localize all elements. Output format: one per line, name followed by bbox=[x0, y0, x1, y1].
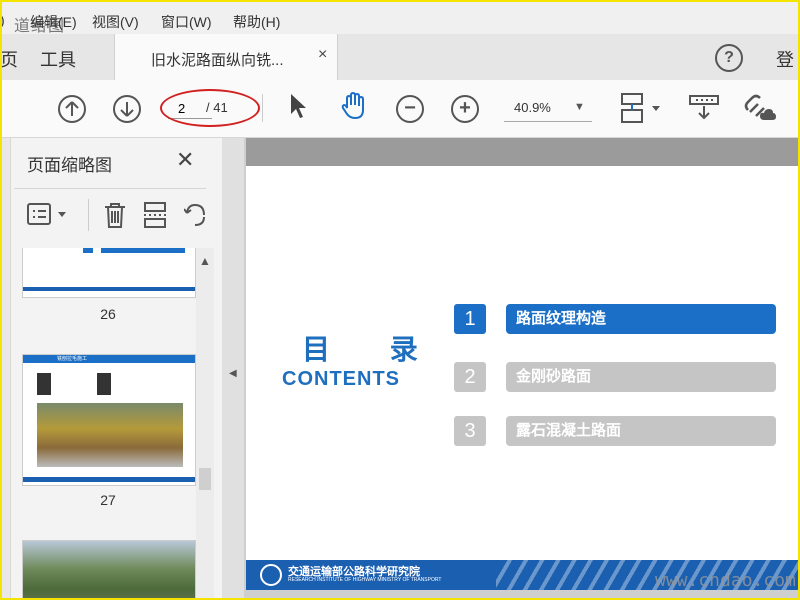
thumbnail-footer bbox=[23, 477, 195, 482]
next-page-button[interactable] bbox=[113, 95, 141, 123]
toc-item: 金刚砂路面 bbox=[506, 362, 776, 392]
menu-bar: 道给图 ) 编辑(E) 视图(V) 窗口(W) 帮助(H) bbox=[0, 0, 800, 35]
rotate-icon[interactable] bbox=[184, 201, 206, 229]
main-toolbar: / 41 − + 40.9% ▼ bbox=[0, 80, 800, 138]
arrow-up-icon bbox=[65, 101, 79, 116]
toolbar-divider bbox=[262, 94, 263, 122]
extract-pages-icon[interactable] bbox=[142, 201, 170, 229]
zoom-in-button[interactable]: + bbox=[451, 95, 479, 123]
collapse-arrow-icon[interactable]: ◀ bbox=[229, 368, 237, 379]
document-page: 目 录 CONTENTS 1 路面纹理构造 2 金刚砂路面 3 露石混凝土路面 … bbox=[246, 138, 800, 590]
chevron-down-icon: ▼ bbox=[574, 101, 585, 113]
sign-in-button[interactable]: 登 bbox=[776, 46, 794, 72]
thumbnail-figure bbox=[37, 373, 51, 395]
plus-icon: + bbox=[459, 97, 471, 119]
trash-icon[interactable] bbox=[102, 201, 128, 229]
thumbnail-photo bbox=[23, 541, 195, 600]
thumbnail-footer bbox=[23, 287, 195, 291]
thumbnail-list: 26 铣刨拉毛施工 27 bbox=[14, 248, 214, 600]
panel-title: 页面缩略图 bbox=[27, 156, 112, 175]
toc-subtitle: CONTENTS bbox=[282, 368, 400, 390]
thumbnail-heading: 铣刨拉毛施工 bbox=[57, 356, 88, 362]
tab-home-partial[interactable]: 页 bbox=[0, 46, 18, 72]
tab-tools[interactable]: 工具 bbox=[40, 46, 76, 72]
menu-help[interactable]: 帮助(H) bbox=[233, 12, 280, 32]
toc-item: 露石混凝土路面 bbox=[506, 416, 776, 446]
close-icon[interactable]: ✕ bbox=[176, 147, 194, 173]
previous-page-button[interactable] bbox=[58, 95, 86, 123]
thumbnail-page[interactable]: 铣刨拉毛施工 bbox=[22, 354, 196, 486]
tab-bar: 页 工具 旧水泥路面纵向铣... × ? 登 bbox=[0, 34, 800, 81]
menu-edit[interactable]: 编辑(E) bbox=[30, 12, 77, 32]
menu-view[interactable]: 视图(V) bbox=[92, 12, 139, 32]
scroll-mode-icon[interactable] bbox=[688, 94, 720, 122]
toc-number: 1 bbox=[454, 304, 486, 334]
zoom-value: 40.9% bbox=[514, 100, 551, 115]
zoom-dropdown[interactable]: 40.9% ▼ bbox=[504, 95, 592, 122]
chevron-up-icon[interactable]: ▲ bbox=[199, 254, 211, 268]
thumbnail-photo bbox=[37, 403, 183, 467]
fit-page-icon[interactable] bbox=[620, 92, 664, 124]
thumbnail-header bbox=[23, 355, 195, 363]
thumbnail-scrollbar[interactable]: ▲ bbox=[196, 248, 214, 600]
thumbnail-options-icon[interactable] bbox=[26, 201, 70, 227]
menu-item-partial[interactable]: ) bbox=[0, 12, 5, 28]
minus-icon: − bbox=[404, 97, 416, 119]
panel-edge-strip bbox=[0, 138, 11, 600]
thumbnail-page[interactable] bbox=[22, 540, 196, 600]
toc-number: 3 bbox=[454, 416, 486, 446]
scrollbar-thumb[interactable] bbox=[199, 468, 211, 490]
hand-tool-icon[interactable] bbox=[339, 90, 369, 122]
document-viewport: 目 录 CONTENTS 1 路面纹理构造 2 金刚砂路面 3 露石混凝土路面 … bbox=[244, 138, 800, 600]
zoom-out-button[interactable]: − bbox=[396, 95, 424, 123]
select-cursor-icon[interactable] bbox=[288, 92, 308, 120]
footer-organization-en: RESEARCH INSTITUTE OF HIGHWAY MINISTRY O… bbox=[288, 577, 442, 583]
panel-collapse-strip[interactable]: ◀ bbox=[222, 138, 244, 600]
thumbnail-toolbar bbox=[14, 188, 206, 241]
watermark-bottom-right: www.cndao.com bbox=[655, 570, 796, 591]
annotation-ellipse bbox=[160, 89, 260, 127]
page-header-bar bbox=[246, 138, 800, 166]
tab-document-title: 旧水泥路面纵向铣... bbox=[151, 52, 284, 69]
thumbnail-bar bbox=[101, 248, 185, 253]
thumbnail-figure bbox=[97, 373, 111, 395]
thumbnail-mark bbox=[83, 248, 93, 253]
institute-logo-icon bbox=[260, 564, 282, 586]
toc-number: 2 bbox=[454, 362, 486, 392]
link-cloud-icon[interactable] bbox=[744, 92, 778, 124]
thumbnail-label: 27 bbox=[100, 492, 116, 508]
thumbnail-page[interactable] bbox=[22, 248, 196, 298]
help-button[interactable]: ? bbox=[715, 44, 743, 72]
arrow-down-icon bbox=[120, 102, 134, 117]
tab-document[interactable]: 旧水泥路面纵向铣... × bbox=[114, 34, 338, 80]
tool-divider bbox=[88, 199, 89, 231]
tab-close-button[interactable]: × bbox=[318, 46, 327, 64]
toc-title: 目 录 bbox=[302, 334, 444, 365]
thumbnail-panel: 页面缩略图 ✕ 26 铣刨拉毛施工 27 ▲ bbox=[0, 138, 223, 600]
toc-item: 路面纹理构造 bbox=[506, 304, 776, 334]
thumbnail-label: 26 bbox=[100, 306, 116, 322]
menu-window[interactable]: 窗口(W) bbox=[161, 12, 212, 32]
